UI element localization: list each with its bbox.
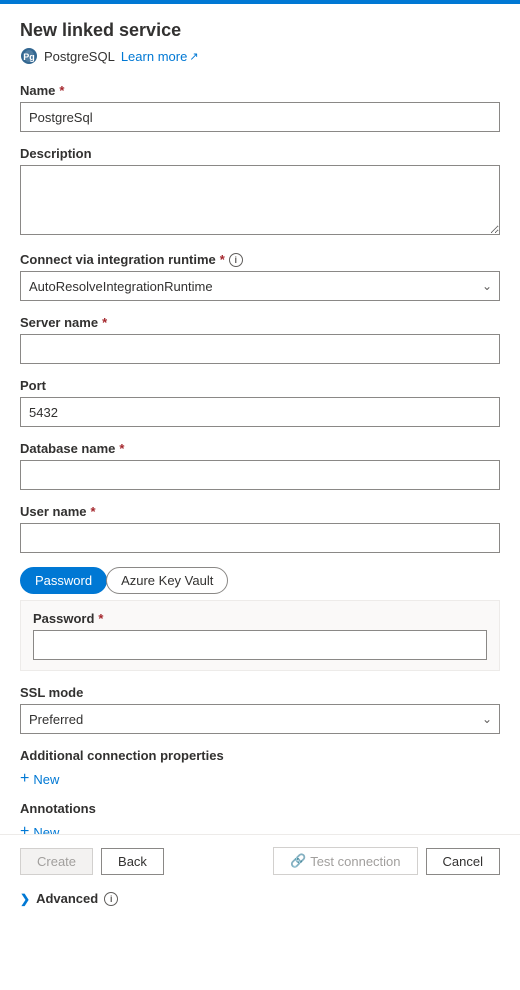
additional-properties-section: Additional connection properties + New: [20, 748, 500, 791]
connect-runtime-label: Connect via integration runtime * i: [20, 252, 500, 267]
name-label: Name *: [20, 83, 500, 98]
auth-tabs: Password Azure Key Vault: [20, 567, 500, 594]
database-name-label: Database name *: [20, 441, 500, 456]
database-name-group: Database name *: [20, 441, 500, 490]
name-group: Name *: [20, 83, 500, 132]
ssl-mode-select[interactable]: Preferred Disable Allow Require Verify-C…: [20, 704, 500, 734]
panel-title: New linked service: [20, 20, 500, 41]
password-required: *: [98, 611, 103, 626]
user-name-label: User name *: [20, 504, 500, 519]
server-name-required: *: [102, 315, 107, 330]
ssl-mode-label: SSL mode: [20, 685, 500, 700]
advanced-info-icon: i: [104, 892, 118, 906]
annotations-label: Annotations: [20, 801, 500, 816]
cancel-button[interactable]: Cancel: [426, 848, 500, 875]
connect-info-icon: i: [229, 253, 243, 267]
name-required: *: [59, 83, 64, 98]
server-name-label: Server name *: [20, 315, 500, 330]
additional-add-new-button[interactable]: + New: [20, 767, 59, 791]
user-name-required: *: [90, 504, 95, 519]
auth-tab-group: Password Azure Key Vault Password *: [20, 567, 500, 671]
service-name-label: PostgreSQL: [44, 49, 115, 64]
ssl-mode-group: SSL mode Preferred Disable Allow Require…: [20, 685, 500, 734]
advanced-section: ❯ Advanced i: [20, 887, 500, 910]
connect-required: *: [220, 252, 225, 267]
password-section: Password *: [20, 600, 500, 671]
tab-password[interactable]: Password: [20, 567, 107, 594]
additional-plus-icon: +: [20, 771, 29, 787]
advanced-chevron-icon: ❯: [20, 892, 30, 906]
external-link-icon: ↗: [189, 50, 198, 63]
back-button[interactable]: Back: [101, 848, 164, 875]
server-name-group: Server name *: [20, 315, 500, 364]
test-connection-button: 🔗 Test connection: [273, 847, 418, 875]
tab-azure-key-vault[interactable]: Azure Key Vault: [106, 567, 228, 594]
server-name-input[interactable]: [20, 334, 500, 364]
description-group: Description: [20, 146, 500, 238]
additional-properties-label: Additional connection properties: [20, 748, 500, 763]
description-input[interactable]: [20, 165, 500, 235]
port-label: Port: [20, 378, 500, 393]
database-name-required: *: [119, 441, 124, 456]
connect-runtime-select-wrap: AutoResolveIntegrationRuntime ⌄: [20, 271, 500, 301]
create-button: Create: [20, 848, 93, 875]
database-name-input[interactable]: [20, 460, 500, 490]
description-label: Description: [20, 146, 500, 161]
connect-runtime-group: Connect via integration runtime * i Auto…: [20, 252, 500, 301]
test-connection-icon: 🔗: [290, 853, 306, 869]
password-input[interactable]: [33, 630, 487, 660]
learn-more-link[interactable]: Learn more ↗: [121, 49, 199, 64]
service-header: Pg PostgreSQL Learn more ↗: [20, 47, 500, 65]
user-name-group: User name *: [20, 504, 500, 553]
postgresql-icon: Pg: [20, 47, 38, 65]
user-name-input[interactable]: [20, 523, 500, 553]
name-input[interactable]: [20, 102, 500, 132]
port-group: Port: [20, 378, 500, 427]
port-input[interactable]: [20, 397, 500, 427]
ssl-mode-select-wrap: Preferred Disable Allow Require Verify-C…: [20, 704, 500, 734]
connect-runtime-select[interactable]: AutoResolveIntegrationRuntime: [20, 271, 500, 301]
svg-text:Pg: Pg: [23, 52, 35, 62]
password-label: Password *: [33, 611, 487, 626]
footer: Create Back 🔗 Test connection Cancel: [0, 834, 520, 887]
advanced-header[interactable]: ❯ Advanced i: [20, 887, 500, 910]
